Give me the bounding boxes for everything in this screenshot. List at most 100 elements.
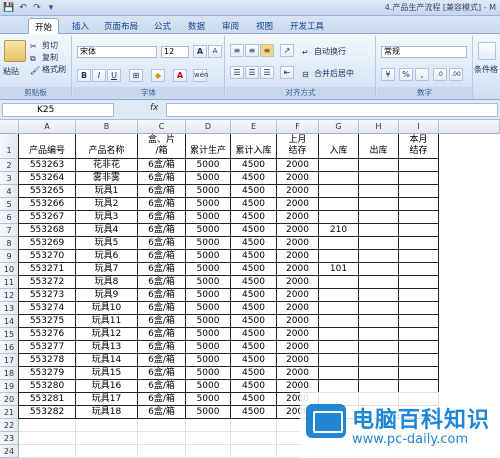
table-cell[interactable] [319, 237, 359, 250]
tab-insert[interactable]: 插入 [66, 18, 95, 34]
table-cell[interactable]: 6盒/箱 [138, 250, 186, 263]
table-cell[interactable]: 5000 [186, 302, 231, 315]
column-header-f[interactable]: F [277, 120, 319, 134]
table-cell[interactable] [319, 250, 359, 263]
table-cell[interactable]: 玩具6 [76, 250, 138, 263]
table-cell[interactable] [399, 354, 439, 367]
align-middle-button[interactable]: ≡ [245, 44, 259, 57]
table-cell[interactable] [359, 354, 399, 367]
font-size-select[interactable]: 12 [161, 46, 189, 58]
empty-cell[interactable] [19, 419, 76, 432]
table-cell[interactable]: 553264 [19, 172, 76, 185]
table-cell[interactable]: 玩具17 [76, 393, 138, 406]
table-cell[interactable]: 2000 [277, 185, 319, 198]
empty-cell[interactable] [76, 445, 138, 458]
table-cell[interactable]: 553269 [19, 237, 76, 250]
table-cell[interactable]: 2000 [277, 289, 319, 302]
table-cell[interactable]: 玩具5 [76, 237, 138, 250]
table-cell[interactable] [399, 211, 439, 224]
align-right-button[interactable]: ☰ [260, 66, 274, 79]
table-cell[interactable]: 2000 [277, 354, 319, 367]
table-cell[interactable]: 210 [319, 224, 359, 237]
table-cell[interactable]: 6盒/箱 [138, 224, 186, 237]
table-cell[interactable]: 553279 [19, 367, 76, 380]
table-cell[interactable]: 6盒/箱 [138, 341, 186, 354]
table-cell[interactable] [399, 250, 439, 263]
header-cell[interactable]: 入库 [319, 134, 359, 159]
table-cell[interactable]: 5000 [186, 367, 231, 380]
table-cell[interactable]: 6盒/箱 [138, 315, 186, 328]
paste-button[interactable]: 粘贴 [3, 66, 19, 77]
table-cell[interactable]: 2000 [277, 276, 319, 289]
empty-cell[interactable] [186, 432, 231, 445]
fill-color-button[interactable]: ◆ [151, 69, 165, 82]
table-cell[interactable]: 2000 [277, 263, 319, 276]
table-cell[interactable]: 6盒/箱 [138, 237, 186, 250]
table-cell[interactable] [399, 159, 439, 172]
table-cell[interactable]: 553272 [19, 276, 76, 289]
table-cell[interactable]: 6盒/箱 [138, 302, 186, 315]
column-header-a[interactable]: A [19, 120, 76, 134]
table-cell[interactable]: 4500 [231, 276, 277, 289]
formula-input[interactable] [166, 103, 498, 117]
table-cell[interactable]: 2000 [277, 211, 319, 224]
row-header[interactable]: 7 [0, 224, 19, 237]
table-cell[interactable]: 2000 [277, 302, 319, 315]
table-cell[interactable]: 553270 [19, 250, 76, 263]
table-cell[interactable] [359, 211, 399, 224]
table-cell[interactable]: 2000 [277, 367, 319, 380]
redo-icon[interactable]: ↷ [31, 2, 43, 14]
align-bottom-button[interactable]: ≡ [260, 44, 274, 57]
table-cell[interactable] [359, 237, 399, 250]
wrap-text-button[interactable]: ↵ 自动换行 [302, 46, 346, 57]
table-cell[interactable] [319, 328, 359, 341]
tab-view[interactable]: 视图 [250, 18, 279, 34]
row-header[interactable]: 14 [0, 315, 19, 328]
table-cell[interactable]: 101 [319, 263, 359, 276]
percent-button[interactable]: % [399, 68, 413, 81]
header-cell[interactable]: 累计生产 [186, 134, 231, 159]
row-header[interactable]: 18 [0, 367, 19, 380]
empty-cell[interactable] [76, 432, 138, 445]
table-cell[interactable]: 玩具2 [76, 198, 138, 211]
table-cell[interactable] [399, 341, 439, 354]
table-cell[interactable]: 2000 [277, 172, 319, 185]
table-cell[interactable]: 5000 [186, 237, 231, 250]
table-cell[interactable]: 玩具3 [76, 211, 138, 224]
header-cell[interactable]: 上月 结存 [277, 134, 319, 159]
table-cell[interactable] [319, 211, 359, 224]
row-header[interactable]: 9 [0, 250, 19, 263]
table-cell[interactable]: 玩具1 [76, 185, 138, 198]
row-header[interactable]: 13 [0, 302, 19, 315]
table-cell[interactable] [359, 289, 399, 302]
row-header[interactable]: 20 [0, 393, 19, 406]
table-cell[interactable]: 4500 [231, 172, 277, 185]
table-cell[interactable]: 6盒/箱 [138, 354, 186, 367]
table-cell[interactable] [399, 237, 439, 250]
table-cell[interactable]: 6盒/箱 [138, 393, 186, 406]
table-cell[interactable]: 4500 [231, 237, 277, 250]
empty-cell[interactable] [138, 445, 186, 458]
decrease-decimal-button[interactable]: .00 [449, 68, 463, 81]
table-cell[interactable]: 2000 [277, 315, 319, 328]
header-cell[interactable]: 本月 结存 [399, 134, 439, 159]
italic-button[interactable]: I [92, 69, 106, 82]
table-cell[interactable]: 553281 [19, 393, 76, 406]
format-painter-button[interactable]: 🖌 格式刷 [30, 64, 66, 75]
table-cell[interactable] [359, 328, 399, 341]
table-cell[interactable]: 2000 [277, 341, 319, 354]
table-cell[interactable]: 4500 [231, 198, 277, 211]
table-cell[interactable]: 2000 [277, 328, 319, 341]
table-cell[interactable] [319, 341, 359, 354]
row-header[interactable]: 21 [0, 406, 19, 419]
table-cell[interactable]: 6盒/箱 [138, 198, 186, 211]
table-cell[interactable]: 5000 [186, 263, 231, 276]
function-icon[interactable]: fx [150, 103, 164, 117]
table-cell[interactable]: 6盒/箱 [138, 276, 186, 289]
table-cell[interactable]: 553268 [19, 224, 76, 237]
table-cell[interactable]: 玩具10 [76, 302, 138, 315]
header-cell[interactable]: 产品编号 [19, 134, 76, 159]
table-cell[interactable]: 553265 [19, 185, 76, 198]
table-cell[interactable]: 5000 [186, 198, 231, 211]
phonetic-button[interactable]: wén [193, 69, 208, 82]
